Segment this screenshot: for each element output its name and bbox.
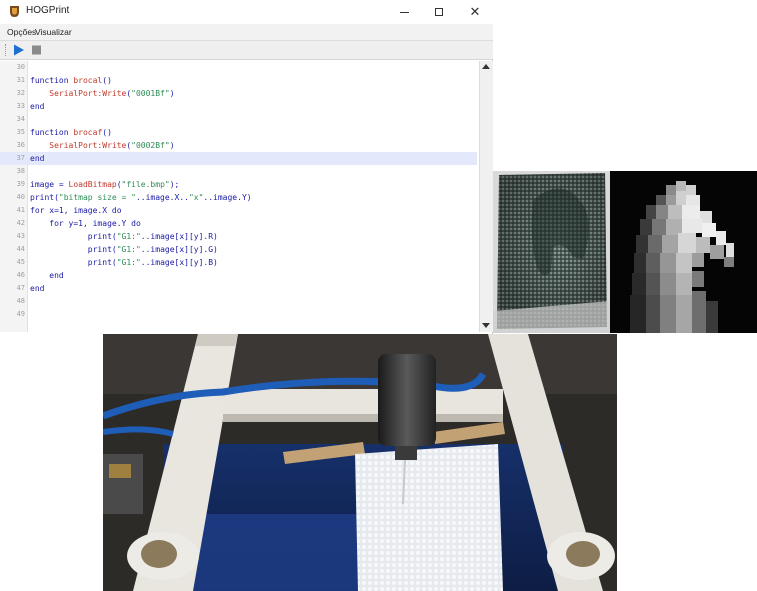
line-number: 39	[16, 180, 25, 188]
code-text: print("bitmap size = "..image.X.."x"..im…	[30, 193, 252, 202]
code-line[interactable]: 38	[0, 165, 477, 178]
title-bar[interactable]: HOGPrint ✕	[0, 0, 493, 24]
line-number: 33	[16, 102, 25, 110]
code-line[interactable]: 42 for y=1, image.Y do	[0, 217, 477, 230]
code-line[interactable]: 33 end	[0, 100, 477, 113]
hogprint-window: HOGPrint ✕ Opções Visualizar 30 31 functio…	[0, 0, 493, 334]
line-number: 45	[16, 258, 25, 266]
code-text: SerialPort:Write("0001Bf")	[49, 89, 175, 98]
line-number: 38	[16, 167, 25, 175]
code-text: print("G1:"..image[x][y].R)	[30, 232, 218, 241]
line-number: 46	[16, 271, 25, 279]
code-line[interactable]: 36 SerialPort:Write("0002Bf")	[0, 139, 477, 152]
toolbar	[0, 41, 493, 60]
window-title: HOGPrint	[26, 5, 70, 16]
code-text: image = LoadBitmap("file.bmp");	[30, 180, 180, 189]
stop-icon[interactable]	[30, 44, 43, 56]
line-number: 44	[16, 245, 25, 253]
maximize-button[interactable]	[421, 0, 457, 24]
play-icon[interactable]	[12, 44, 25, 56]
code-text: end	[30, 271, 64, 280]
cnc-foam-carving-machine-photo	[103, 334, 617, 591]
code-line[interactable]: 31 function brocal()	[0, 74, 477, 87]
grayscale-horse-bitmap	[610, 171, 757, 333]
code-line[interactable]: 34	[0, 113, 477, 126]
code-line[interactable]: 30	[0, 61, 477, 74]
code-text: end	[30, 284, 45, 293]
code-line[interactable]: 35 function brocaf()	[0, 126, 477, 139]
line-number: 35	[16, 128, 25, 136]
carved-foam-horse-photo	[493, 171, 610, 333]
menu-opcoes[interactable]: Opções	[7, 27, 36, 37]
scroll-up-arrow-icon[interactable]	[482, 64, 490, 69]
code-line[interactable]: 39 image = LoadBitmap("file.bmp");	[0, 178, 477, 191]
menu-visualizar[interactable]: Visualizar	[35, 27, 72, 37]
line-number: 42	[16, 219, 25, 227]
code-line[interactable]: 49	[0, 308, 477, 321]
code-line[interactable]: 48	[0, 295, 477, 308]
code-text: function brocal()	[30, 76, 112, 85]
line-number: 49	[16, 310, 25, 318]
code-text: end	[30, 102, 45, 111]
vertical-scrollbar[interactable]	[479, 61, 493, 332]
code-line[interactable]: 37 end	[0, 152, 477, 165]
line-number: 31	[16, 76, 25, 84]
line-number: 48	[16, 297, 25, 305]
line-number: 37	[16, 154, 25, 162]
maximize-icon	[435, 8, 443, 16]
code-text: end	[30, 154, 45, 163]
code-line[interactable]: 41 for x=1, image.X do	[0, 204, 477, 217]
code-text: print("G1:"..image[x][y].B)	[30, 258, 218, 267]
code-line[interactable]: 32 SerialPort:Write("0001Bf")	[0, 87, 477, 100]
line-number: 41	[16, 206, 25, 214]
code-text: for x=1, image.X do	[30, 206, 122, 215]
close-button[interactable]: ✕	[457, 0, 493, 24]
code-text: for y=1, image.Y do	[30, 219, 141, 228]
line-number: 40	[16, 193, 25, 201]
line-number: 30	[16, 63, 25, 71]
toolbar-grip[interactable]	[5, 44, 8, 56]
scroll-down-arrow-icon[interactable]	[482, 323, 490, 328]
hogprint-app-icon	[10, 6, 19, 17]
code-editor[interactable]: 30 31 function brocal() 32 SerialPort:Write…	[0, 61, 477, 332]
line-number: 34	[16, 115, 25, 123]
menu-bar: Opções Visualizar	[0, 24, 493, 41]
code-text: SerialPort:Write("0002Bf")	[49, 141, 175, 150]
code-line[interactable]: 40 print("bitmap size = "..image.X.."x"..…	[0, 191, 477, 204]
code-line[interactable]: 44 print("G1:"..image[x][y].G)	[0, 243, 477, 256]
close-icon: ✕	[469, 4, 481, 20]
code-line[interactable]: 46 end	[0, 269, 477, 282]
line-number: 32	[16, 89, 25, 97]
code-line[interactable]: 45 print("G1:"..image[x][y].B)	[0, 256, 477, 269]
line-number: 47	[16, 284, 25, 292]
code-text: print("G1:"..image[x][y].G)	[30, 245, 218, 254]
minimize-icon	[399, 11, 409, 13]
code-line[interactable]: 47 end	[0, 282, 477, 295]
line-number: 36	[16, 141, 25, 149]
minimize-button[interactable]	[386, 0, 422, 24]
code-text: function brocaf()	[30, 128, 112, 137]
code-line[interactable]: 43 print("G1:"..image[x][y].R)	[0, 230, 477, 243]
line-number: 43	[16, 232, 25, 240]
